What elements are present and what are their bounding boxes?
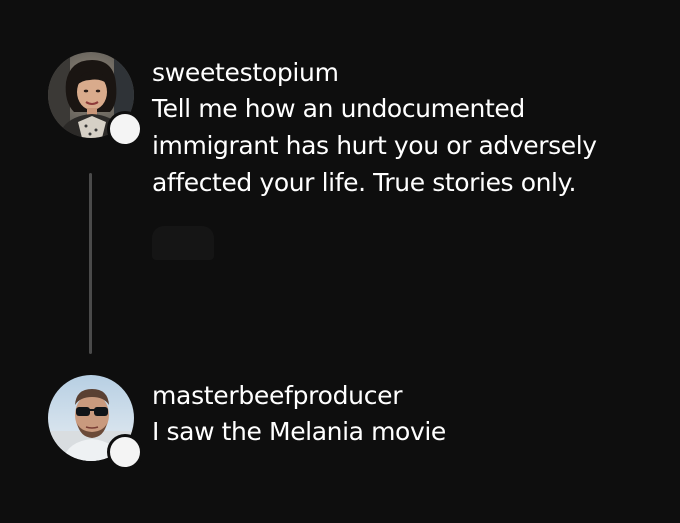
comment-content: sweetestopium Tell me how an undocumente… bbox=[152, 56, 662, 201]
comment-text: I saw the Melania movie bbox=[152, 413, 662, 450]
comment-thread: sweetestopium Tell me how an undocumente… bbox=[0, 0, 680, 523]
comment-text-line: Tell me how an undocumented bbox=[152, 94, 525, 123]
comment-text: Tell me how an undocumented immigrant ha… bbox=[152, 90, 662, 201]
avatar-container[interactable] bbox=[48, 52, 143, 147]
username[interactable]: sweetestopium bbox=[152, 56, 662, 90]
comment-text-line: affected your life. True stories only. bbox=[152, 168, 576, 197]
faded-image-placeholder bbox=[152, 226, 214, 260]
avatar-container[interactable] bbox=[48, 375, 143, 470]
username[interactable]: masterbeefproducer bbox=[152, 379, 662, 413]
comment-text-line: immigrant has hurt you or adversely bbox=[152, 131, 597, 160]
add-follow-badge-icon[interactable] bbox=[107, 434, 143, 470]
add-follow-badge-icon[interactable] bbox=[107, 111, 143, 147]
comment-content: masterbeefproducer I saw the Melania mov… bbox=[152, 379, 662, 450]
comment-text-line: I saw the Melania movie bbox=[152, 417, 446, 446]
thread-connector-line bbox=[89, 173, 92, 354]
